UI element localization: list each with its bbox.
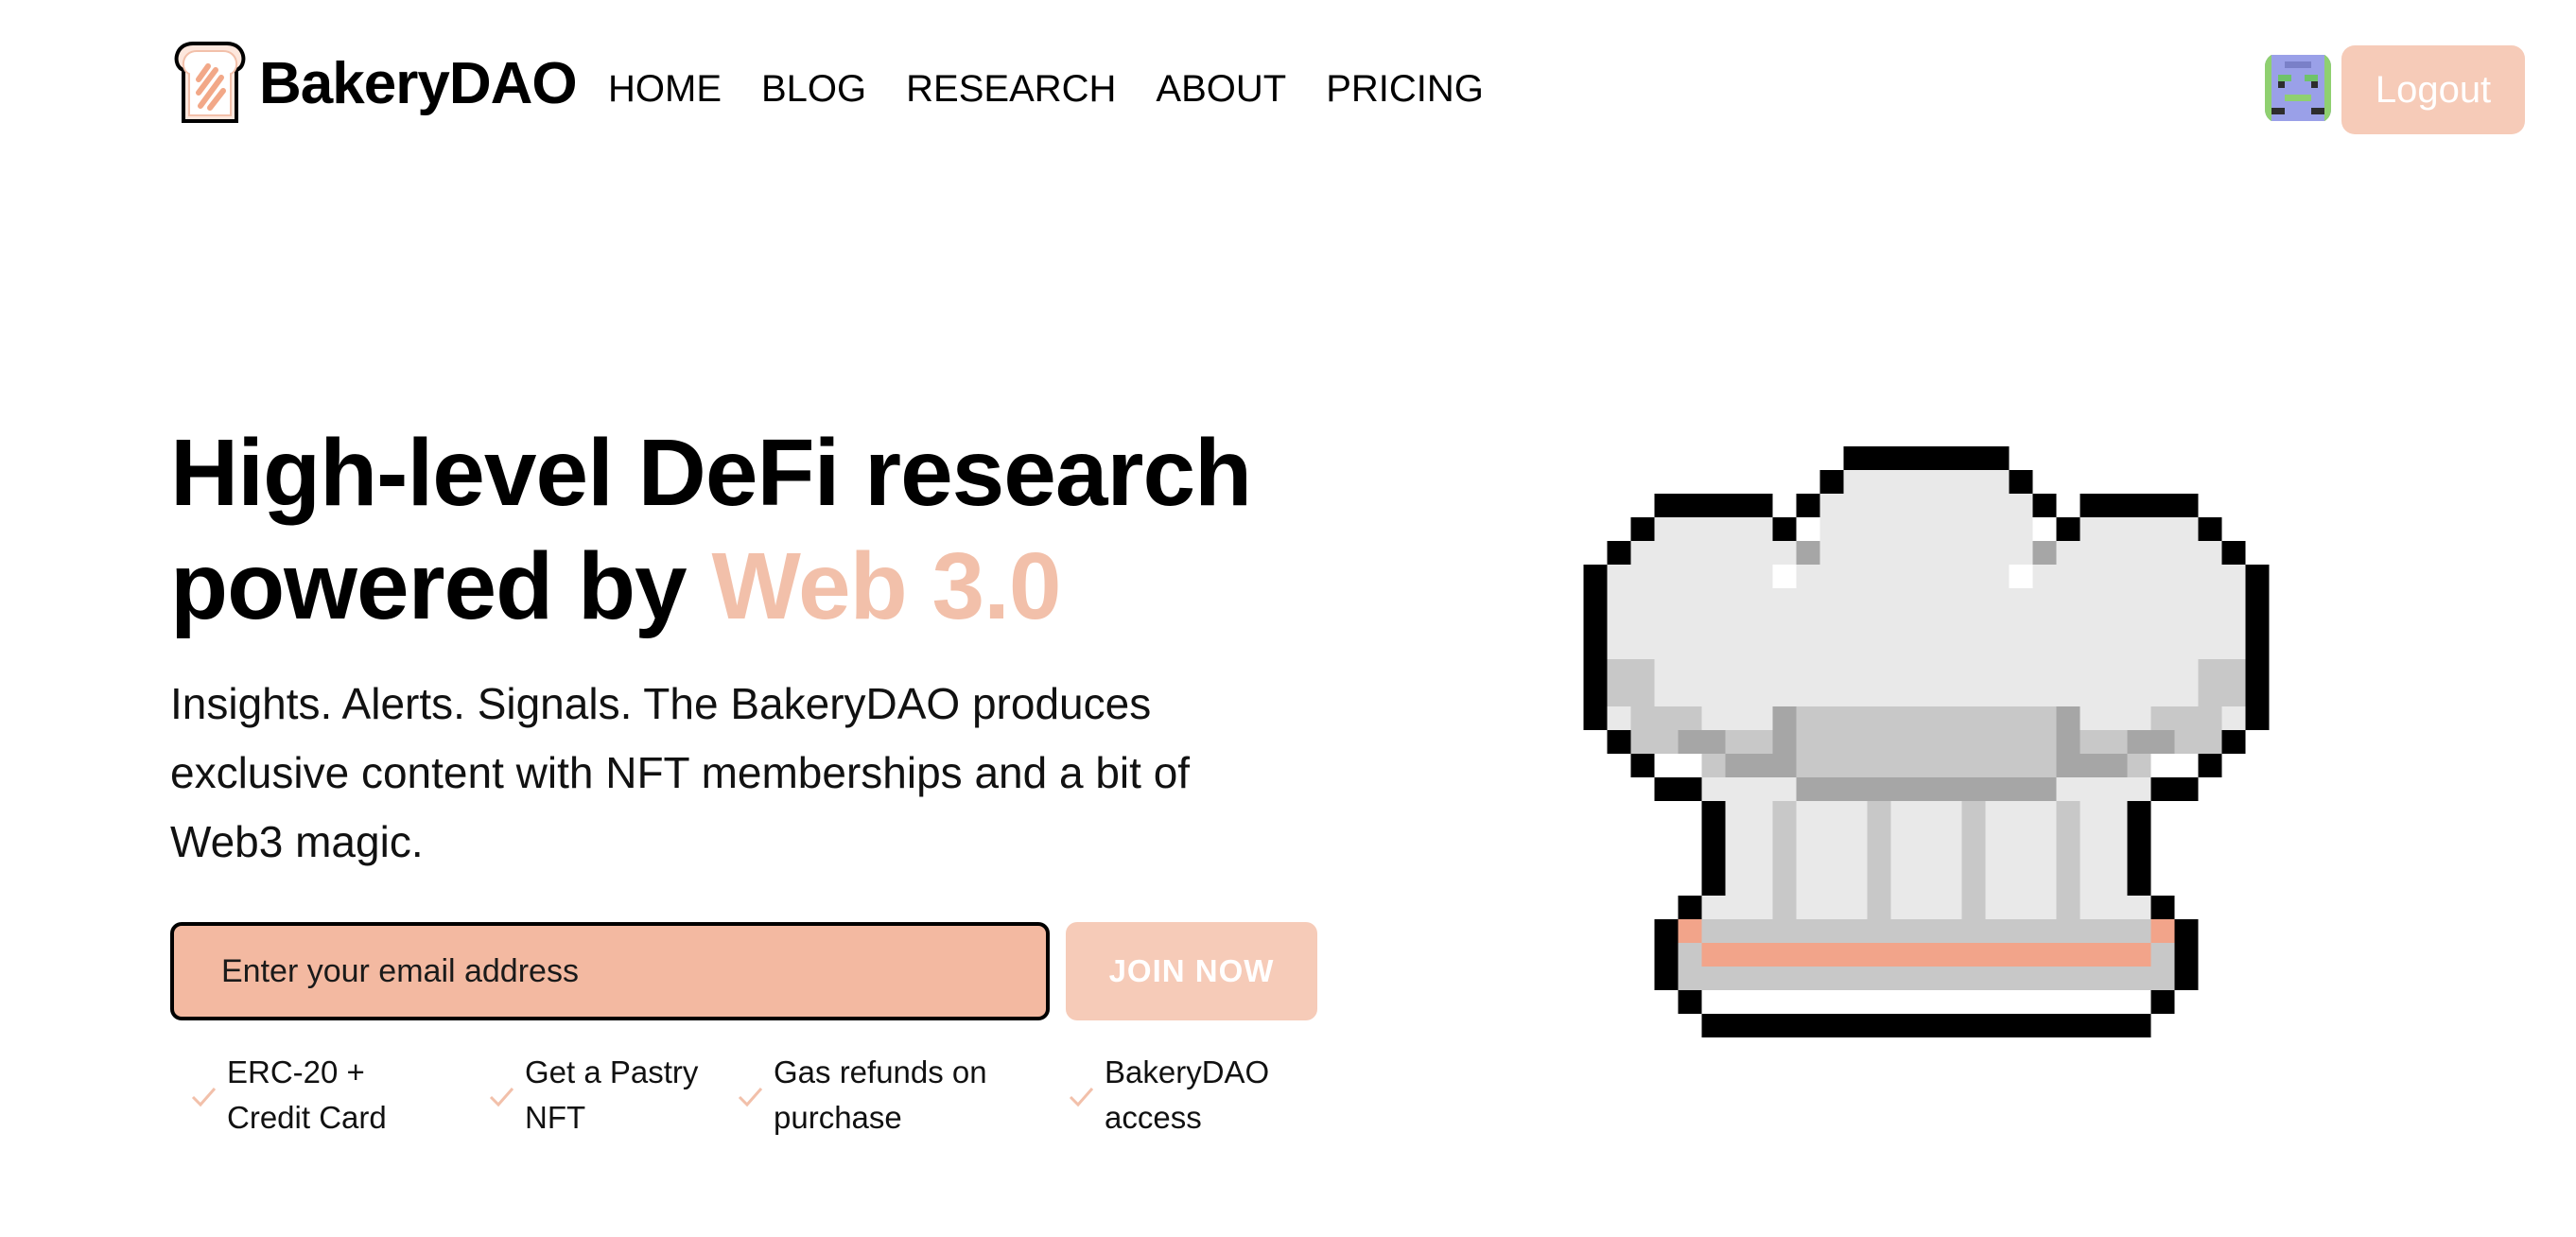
- nav-link-home[interactable]: HOME: [608, 62, 722, 115]
- feature-text: Get a Pastry NFT: [525, 1054, 699, 1135]
- logout-button[interactable]: Logout: [2341, 45, 2525, 134]
- feature-text: Gas refunds on purchase: [774, 1054, 987, 1135]
- user-avatar[interactable]: [2265, 53, 2331, 123]
- check-icon: [489, 1088, 514, 1107]
- toast-logo-icon: [174, 42, 246, 123]
- check-icon: [738, 1088, 763, 1107]
- hero-title-line1: High-level DeFi research: [170, 420, 1252, 526]
- feature-list: ERC-20 + Credit Card Get a Pastry NFT Gas …: [170, 1050, 1400, 1154]
- feature-item: Get a Pastry NFT: [487, 1050, 698, 1141]
- email-input[interactable]: [170, 922, 1050, 1020]
- pixel-chef-hat-icon: [1583, 446, 2270, 1037]
- nav-link-pricing[interactable]: PRICING: [1326, 62, 1484, 115]
- feature-text: BakeryDAO access: [1105, 1054, 1270, 1135]
- brand-home-link[interactable]: BakeryDAO: [170, 38, 578, 129]
- feature-item: BakeryDAO access: [1067, 1050, 1269, 1141]
- nav-link-blog[interactable]: BLOG: [761, 62, 866, 115]
- brand-name: BakeryDAO: [259, 50, 578, 116]
- feature-text: ERC-20 + Credit Card: [227, 1054, 387, 1135]
- nav-link-about[interactable]: ABOUT: [1156, 62, 1286, 115]
- check-icon: [191, 1088, 217, 1107]
- hero-title-line2-prefix: powered by: [170, 533, 712, 639]
- nav-link-research[interactable]: RESEARCH: [906, 62, 1116, 115]
- hero-subtitle: Insights. Alerts. Signals. The BakeryDAO…: [170, 679, 1191, 866]
- check-icon: [1069, 1088, 1094, 1107]
- feature-item: ERC-20 + Credit Card: [189, 1050, 387, 1141]
- join-now-button[interactable]: JOIN NOW: [1066, 922, 1317, 1020]
- feature-item: Gas refunds on purchase: [736, 1050, 987, 1141]
- page: BakeryDAO HOME BLOG RESEARCH ABOUT PRICI…: [0, 0, 2576, 1237]
- pixel-avatar-icon: [2265, 55, 2331, 121]
- navbar: BakeryDAO HOME BLOG RESEARCH ABOUT PRICI…: [0, 0, 2576, 180]
- nav-links: HOME BLOG RESEARCH ABOUT PRICING: [608, 62, 1523, 115]
- hero-title: High-level DeFi research powered by Web 3…: [170, 416, 1252, 643]
- hero-title-accent: Web 3.0: [711, 533, 1061, 639]
